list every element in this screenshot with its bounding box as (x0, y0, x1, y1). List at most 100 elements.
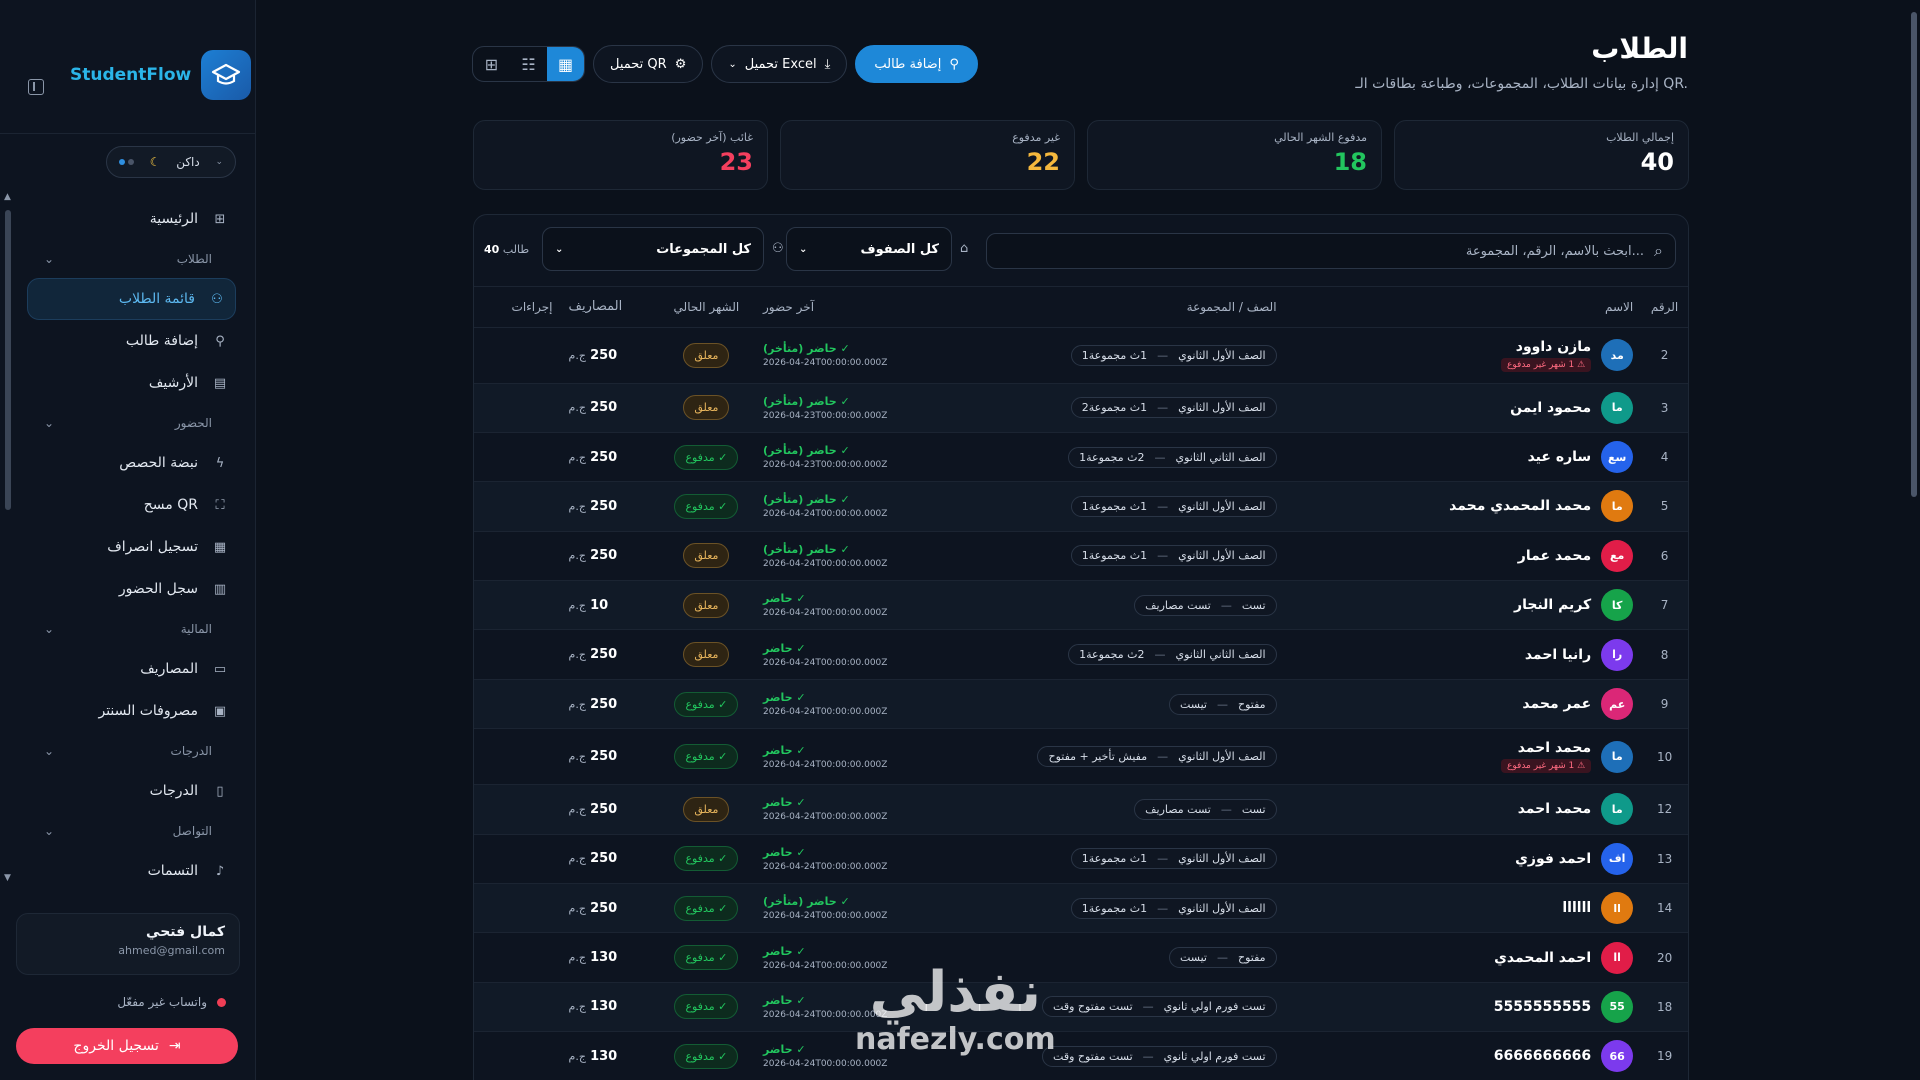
table-row[interactable]: 3 ما محمود ايمن الصف الأول الثانوي — 1ث مجموع… (474, 383, 1688, 433)
cell-actions[interactable] (474, 884, 561, 933)
table-row[interactable]: 7 كا كريم النجار تست — تست مصاريف ✓ حاضر 2026-0… (474, 580, 1688, 630)
student-name[interactable]: 5555555555 (1494, 999, 1591, 1015)
cell-actions[interactable] (474, 933, 561, 982)
table-row[interactable]: 9 عم عمر محمد مفتوح — تيست ✓ حاضر 2026-04-24T00… (474, 679, 1688, 729)
table-row[interactable]: 6 مع محمد عمار الصف الأول الثانوي — 1ث مجموعة… (474, 531, 1688, 581)
student-name[interactable]: احمد المحمدي (1494, 950, 1591, 966)
student-name[interactable]: كريم النجار (1514, 597, 1591, 613)
col-header-month[interactable]: الشهر الحالي (657, 287, 756, 328)
table-row[interactable]: 14 ll llllll الصف الأول الثانوي —1ث مجموعة1 ✓… (474, 883, 1688, 933)
col-header-attendance[interactable]: آخر حضور (755, 287, 928, 328)
sidebar-item-expenses[interactable]: المصاريف ▭ (14, 648, 246, 690)
download-excel-button[interactable]: ⌄ تحميل Excel ⤓ (711, 45, 848, 83)
table-row[interactable]: 2 مد مازن داوود ⚠ 1 شهر غير مدفوع الصف الأول… (474, 327, 1688, 383)
table-row[interactable]: 19 66 6666666666 تست فورم اولي ثانوي — تست مف… (474, 1032, 1688, 1080)
list-view-icon[interactable]: ☷ (510, 47, 547, 81)
sidebar-item-alerts[interactable]: التسمات ♪ (14, 850, 246, 888)
cell-group: الصف الأول الثانوي — 1ث مجموعة2 (928, 383, 1285, 432)
unpaid-warning-badge: ⚠ 1 شهر غير مدفوع (1501, 357, 1592, 372)
add-student-button[interactable]: إضافة طالب ⚲ (855, 45, 978, 83)
page-scrollbar[interactable] (1908, 0, 1920, 1080)
sidebar-item-pulse[interactable]: نبضة الحصص ϟ (14, 442, 246, 484)
student-name[interactable]: 6666666666 (1494, 1048, 1591, 1064)
avatar: 66 (1601, 1040, 1634, 1073)
student-name[interactable]: رانيا احمد (1525, 647, 1591, 663)
logout-button[interactable]: تسجيل الخروج ⇥ (16, 1028, 238, 1064)
grade-label: تست (1241, 802, 1266, 816)
sidebar-item-archive[interactable]: الأرشيف ▤ (14, 362, 246, 404)
sidebar-item-attendance-log[interactable]: سجل الحضور ▥ (14, 568, 246, 610)
sidebar-group-attendance[interactable]: ⌄ الحضور (14, 404, 246, 442)
table-row[interactable]: 18 55 5555555555 تست فورم اولي ثانوي — تست مف… (474, 982, 1688, 1032)
cell-actions[interactable] (474, 531, 561, 580)
student-name[interactable]: محمد عمار (1518, 548, 1591, 564)
theme-toggle[interactable]: ☾ داكن ⌄ (106, 146, 236, 178)
grade-select[interactable]: ⌄ كل الصفوف (786, 227, 952, 271)
student-name[interactable]: عمر محمد (1522, 696, 1591, 712)
table-row[interactable]: 4 سع ساره عيد الصف الثاني الثانوي — 2ث مجموعة… (474, 432, 1688, 482)
cell-actions[interactable] (474, 834, 561, 883)
col-header-name[interactable]: الاسم (1284, 287, 1642, 328)
student-name[interactable]: احمد فوزي (1515, 851, 1591, 867)
cell-actions[interactable] (474, 982, 561, 1031)
col-header-num[interactable]: الرقم (1641, 287, 1688, 328)
sidebar-item-center-expenses[interactable]: مصروفات السنتر ▣ (14, 690, 246, 732)
cell-actions[interactable] (474, 581, 561, 630)
col-header-fees[interactable]: المصاريف (560, 287, 658, 328)
scroll-up-icon[interactable]: ▲ (4, 192, 11, 202)
brand[interactable]: StudentFlow (70, 50, 252, 100)
sidebar-group-grades[interactable]: ⌄ الدرجات (14, 732, 246, 770)
sidebar-item-checkout[interactable]: تسجيل انصراف ▦ (14, 526, 246, 568)
sidebar-item-grades[interactable]: الدرجات ▯ (14, 770, 246, 812)
student-name[interactable]: محمد احمد (1518, 801, 1591, 817)
sidebar-group-communication[interactable]: ⌄ التواصل (14, 812, 246, 850)
sidebar-item-student-list[interactable]: قائمة الطلاب ⚇ (27, 278, 236, 320)
cell-actions[interactable] (474, 327, 561, 383)
cell-month-status: ✓ مدفوع (658, 933, 755, 982)
cell-actions[interactable] (474, 432, 561, 481)
cell-actions[interactable] (474, 482, 561, 531)
sidebar-item-home[interactable]: الرئيسية ⊞ (14, 198, 246, 240)
table-view-icon[interactable]: ▦ (547, 47, 584, 81)
sidebar-group-finance[interactable]: ⌄ المالية (14, 610, 246, 648)
scroll-down-icon[interactable]: ▼ (4, 873, 11, 883)
student-name[interactable]: مازن داوود (1501, 339, 1591, 355)
cell-actions[interactable] (474, 679, 561, 728)
table-row[interactable]: 5 ما محمد المحمدي محمد الصف الأول الثانوي — 1… (474, 481, 1688, 532)
chevron-down-icon: ⌄ (44, 744, 55, 758)
sidebar-item-add-student[interactable]: إضافة طالب ⚲ (14, 320, 246, 362)
table-row[interactable]: 12 ما محمد احمد تست — تست مصاريف ✓ حاضر 2026-04… (474, 784, 1688, 835)
group-chip: الصف الأول الثانوي — 1ث مجموعة1 (1070, 848, 1277, 870)
sidebar-item-scan-qr[interactable]: مسح QR ⛶ (14, 484, 246, 526)
table-row[interactable]: 13 اف احمد فوزي الصف الأول الثانوي — 1ث مجموع… (474, 834, 1688, 884)
sidebar-collapse-icon[interactable] (28, 79, 44, 95)
cell-name: ما محمد المحمدي محمد (1285, 482, 1642, 531)
table-row[interactable]: 8 را رانيا احمد الصف الثاني الثانوي — 2ث مجمو… (474, 630, 1688, 680)
student-name[interactable]: llllll (1562, 900, 1591, 916)
download-qr-button[interactable]: تحميل QR ⚙ (593, 45, 704, 83)
sidebar-group-students[interactable]: ⌄ الطلاب (14, 240, 246, 278)
student-name[interactable]: محمد المحمدي محمد (1449, 498, 1591, 514)
student-name[interactable]: ساره عيد (1528, 449, 1592, 465)
col-header-group[interactable]: الصف / المجموعة (927, 287, 1285, 328)
group-chip: تست فورم اولي ثانوي — تست مفتوح وقت (1042, 996, 1277, 1018)
student-name[interactable]: محمد احمد (1501, 740, 1591, 756)
cell-actions[interactable] (474, 383, 561, 432)
grid-view-icon[interactable]: ⊞ (473, 47, 510, 81)
search-input[interactable] (1004, 243, 1645, 259)
student-name[interactable]: محمود ايمن (1510, 400, 1591, 416)
cell-actions[interactable] (474, 630, 561, 679)
user-card[interactable]: كمال فتحي ahmed@gmail.com (16, 913, 240, 975)
cell-actions[interactable] (474, 1032, 561, 1080)
sidebar-scrollbar[interactable] (5, 210, 11, 510)
cell-actions[interactable] (474, 729, 561, 785)
table-row[interactable]: 20 اا احمد المحمدي مفتوح — تيست ✓ حاضر 2026-04-… (474, 933, 1688, 983)
page-scroll-thumb[interactable] (1911, 12, 1917, 497)
cell-actions[interactable] (474, 785, 561, 834)
table-body: 2 مد مازن داوود ⚠ 1 شهر غير مدفوع الصف الأول… (474, 327, 1688, 1080)
chevron-down-icon: ⌄ (44, 824, 55, 838)
table-row[interactable]: 10 ما محمد احمد ⚠ 1 شهر غير مدفوع الصف الأول… (474, 729, 1688, 785)
group-select[interactable]: ⌄ كل المجموعات (542, 227, 764, 271)
separator: — (1216, 697, 1228, 711)
status-badge: معلق (683, 395, 730, 421)
